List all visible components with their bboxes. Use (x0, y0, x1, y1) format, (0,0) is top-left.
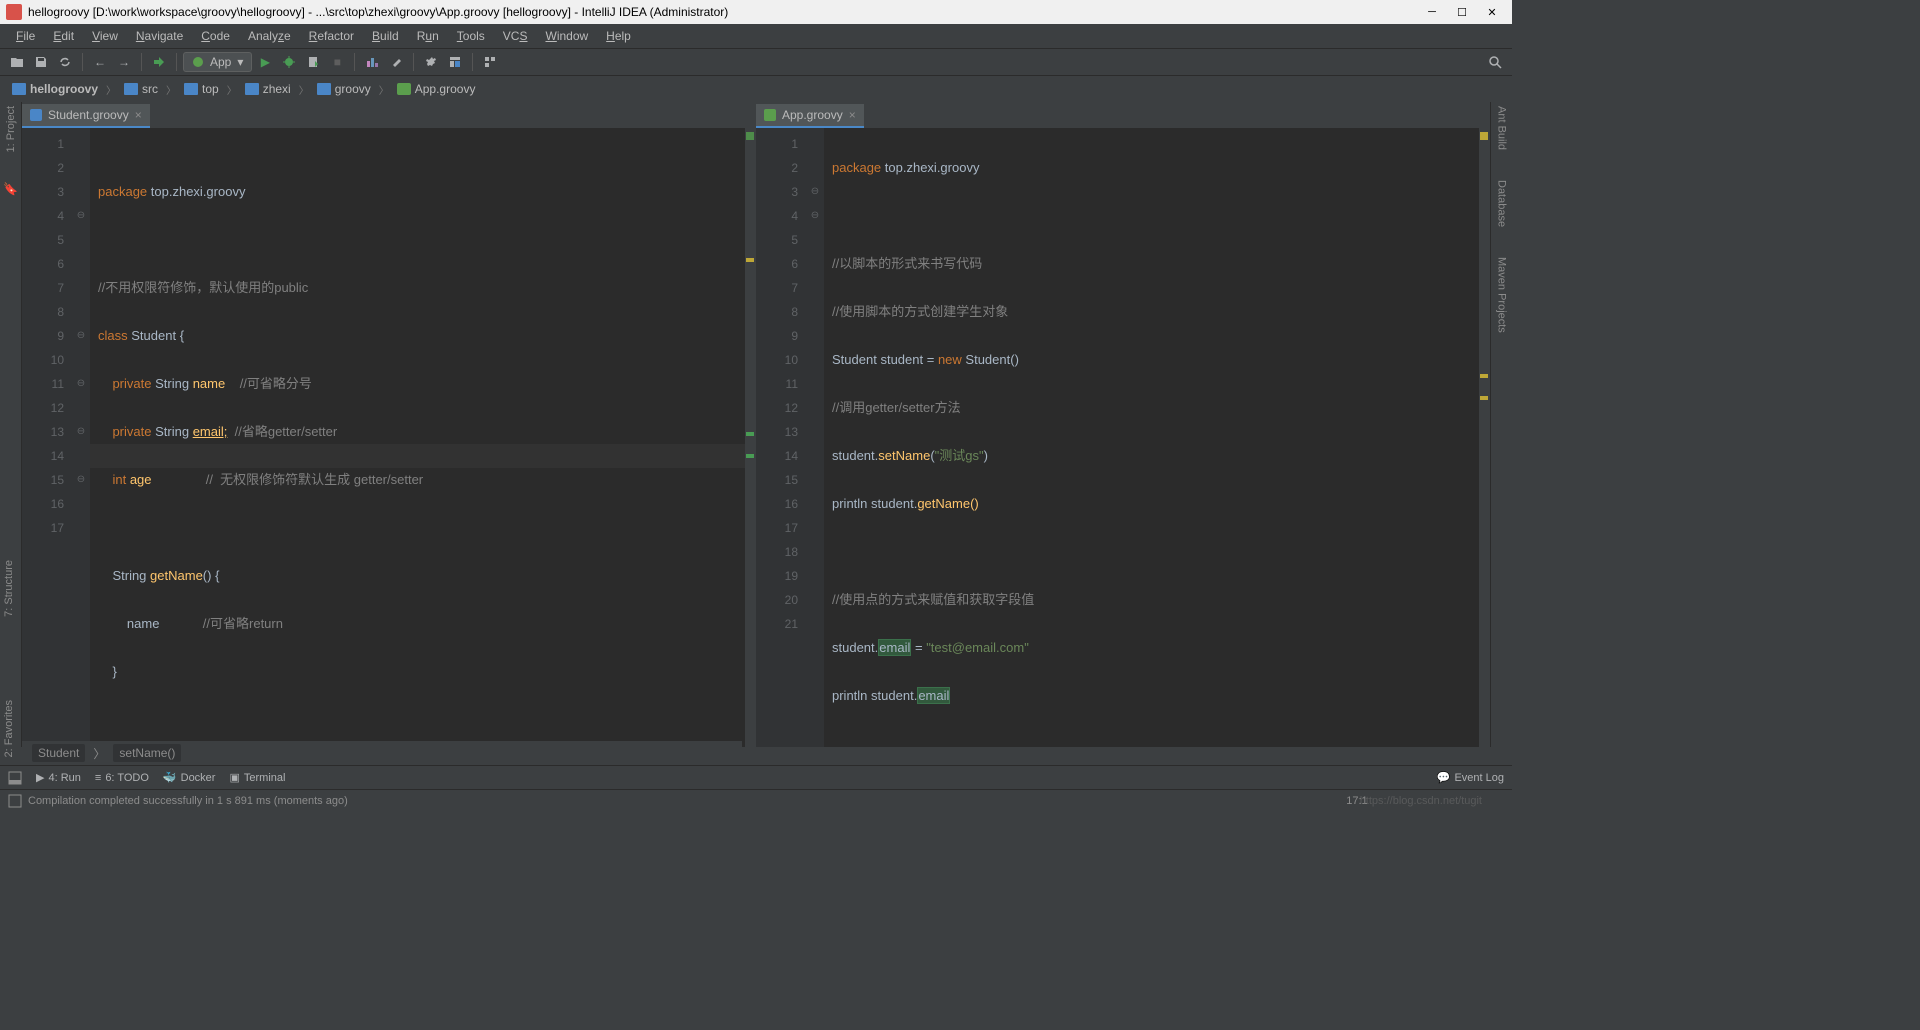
run-config-select[interactable]: App ▾ (183, 52, 252, 72)
bottom-terminal[interactable]: ▣ Terminal (229, 771, 285, 784)
groovy-file-icon (397, 83, 411, 95)
menu-vcs[interactable]: VCS (495, 27, 536, 45)
right-gutter: 123456789101112131415161718192021 (756, 128, 806, 747)
crumb-file[interactable]: App.groovy (391, 80, 482, 98)
menu-build[interactable]: Build (364, 27, 407, 45)
project-structure-button[interactable] (444, 51, 466, 73)
right-markers[interactable] (1479, 128, 1489, 747)
left-code-area[interactable]: 1234567891011121314151617 ⊖⊖⊖⊖⊖ package … (22, 128, 755, 747)
crumb-zhexi[interactable]: zhexi (239, 80, 297, 98)
crumb-src[interactable]: src (118, 80, 164, 98)
bottom-todo[interactable]: ≡ 6: TODO (95, 772, 149, 784)
left-markers[interactable] (745, 128, 755, 747)
structure-button[interactable] (479, 51, 501, 73)
right-fold-column[interactable]: ⊖⊖ (806, 128, 824, 747)
right-tabs: App.groovy × (756, 102, 1489, 128)
watermark: https://blog.csdn.net/tugit (1360, 795, 1482, 807)
rail-project[interactable]: 1: Project (5, 106, 17, 152)
menu-tools[interactable]: Tools (449, 27, 493, 45)
tab-student[interactable]: Student.groovy × (22, 104, 150, 128)
close-button[interactable]: ✕ (1486, 6, 1498, 18)
groovy-file-icon (764, 109, 776, 121)
folder-icon (124, 83, 138, 95)
rail-structure[interactable]: 7: Structure (3, 560, 15, 617)
folder-icon (184, 83, 198, 95)
open-button[interactable] (6, 51, 28, 73)
menu-view[interactable]: View (84, 27, 126, 45)
tool-window-icon[interactable] (8, 771, 22, 785)
tab-app[interactable]: App.groovy × (756, 104, 864, 128)
folder-icon (317, 83, 331, 95)
window-title: hellogroovy [D:\work\workspace\groovy\he… (28, 5, 728, 19)
crumb-top[interactable]: top (178, 80, 225, 98)
profiler-button[interactable] (361, 51, 383, 73)
menu-navigate[interactable]: Navigate (128, 27, 191, 45)
sync-button[interactable] (54, 51, 76, 73)
menu-code[interactable]: Code (193, 27, 238, 45)
status-message: Compilation completed successfully in 1 … (28, 795, 348, 807)
structure-breadcrumb: Student 〉 setName() (22, 741, 742, 765)
crumb-groovy[interactable]: groovy (311, 80, 377, 98)
minimize-button[interactable]: ─ (1426, 6, 1438, 18)
save-button[interactable] (30, 51, 52, 73)
chevron-down-icon: ▾ (237, 55, 243, 69)
status-icon (8, 794, 22, 808)
folder-icon (12, 83, 26, 95)
folder-icon (245, 83, 259, 95)
left-tabs: Student.groovy × (22, 102, 755, 128)
bottom-run[interactable]: ▶ 4: Run (36, 771, 81, 784)
back-button[interactable]: ← (89, 51, 111, 73)
bookmark-icon[interactable]: 🔖 (3, 182, 18, 196)
titlebar: hellogroovy [D:\work\workspace\groovy\he… (0, 0, 1512, 24)
run-config-label: App (210, 55, 231, 69)
menu-help[interactable]: Help (598, 27, 639, 45)
debug-button[interactable] (278, 51, 300, 73)
forward-button[interactable]: → (113, 51, 135, 73)
main-area: 1: Project 🔖 Student.groovy × 1234567891… (0, 102, 1512, 747)
toolbar: ← → App ▾ ▶ ■ (0, 48, 1512, 76)
menu-edit[interactable]: Edit (45, 27, 82, 45)
maximize-button[interactable]: ☐ (1456, 6, 1468, 18)
run-button[interactable]: ▶ (254, 51, 276, 73)
editor-split: Student.groovy × 12345678910111213141516… (22, 102, 1490, 747)
crumb-method[interactable]: setName() (113, 744, 181, 762)
app-icon (6, 4, 22, 20)
bottom-tool-bar: ▶ 4: Run ≡ 6: TODO 🐳 Docker ▣ Terminal 💬… (0, 765, 1512, 789)
attach-button[interactable] (385, 51, 407, 73)
right-code-text[interactable]: package top.zhexi.groovy //以脚本的形式来书写代码 /… (824, 128, 1479, 747)
rail-ant[interactable]: Ant Build (1496, 106, 1508, 150)
status-bar: Compilation completed successfully in 1 … (0, 789, 1512, 811)
event-log-button[interactable]: 💬 Event Log (1437, 771, 1504, 784)
coverage-button[interactable] (302, 51, 324, 73)
make-button[interactable] (148, 51, 170, 73)
crumb-project[interactable]: hellogroovy (6, 80, 104, 98)
menu-file[interactable]: File (8, 27, 43, 45)
left-code-text[interactable]: package top.zhexi.groovy //不用权限符修饰，默认使用的… (90, 128, 745, 747)
left-gutter: 1234567891011121314151617 (22, 128, 72, 747)
bottom-docker[interactable]: 🐳 Docker (163, 771, 216, 784)
right-editor: App.groovy × 123456789101112131415161718… (756, 102, 1490, 747)
menubar: File Edit View Navigate Code Analyze Ref… (0, 24, 1512, 48)
menu-analyze[interactable]: Analyze (240, 27, 299, 45)
right-code-area[interactable]: 123456789101112131415161718192021 ⊖⊖ pac… (756, 128, 1489, 747)
search-button[interactable] (1484, 51, 1506, 73)
rail-maven[interactable]: Maven Projects (1496, 257, 1508, 333)
groovy-icon (192, 56, 204, 68)
menu-refactor[interactable]: Refactor (301, 27, 362, 45)
class-icon (30, 109, 42, 121)
rail-favorites[interactable]: 2: Favorites (3, 700, 15, 757)
settings-button[interactable] (420, 51, 442, 73)
rail-database[interactable]: Database (1496, 180, 1508, 227)
close-tab-icon[interactable]: × (849, 108, 856, 122)
close-tab-icon[interactable]: × (135, 108, 142, 122)
left-fold-column[interactable]: ⊖⊖⊖⊖⊖ (72, 128, 90, 747)
left-tool-rail: 1: Project 🔖 (0, 102, 22, 747)
right-tool-rail: Ant Build Database Maven Projects (1490, 102, 1512, 747)
stop-button[interactable]: ■ (326, 51, 348, 73)
menu-window[interactable]: Window (537, 27, 596, 45)
left-editor: Student.groovy × 12345678910111213141516… (22, 102, 756, 747)
nav-breadcrumbs: hellogroovy〉 src〉 top〉 zhexi〉 groovy〉 Ap… (0, 76, 1512, 102)
crumb-class[interactable]: Student (32, 744, 85, 762)
menu-run[interactable]: Run (409, 27, 447, 45)
